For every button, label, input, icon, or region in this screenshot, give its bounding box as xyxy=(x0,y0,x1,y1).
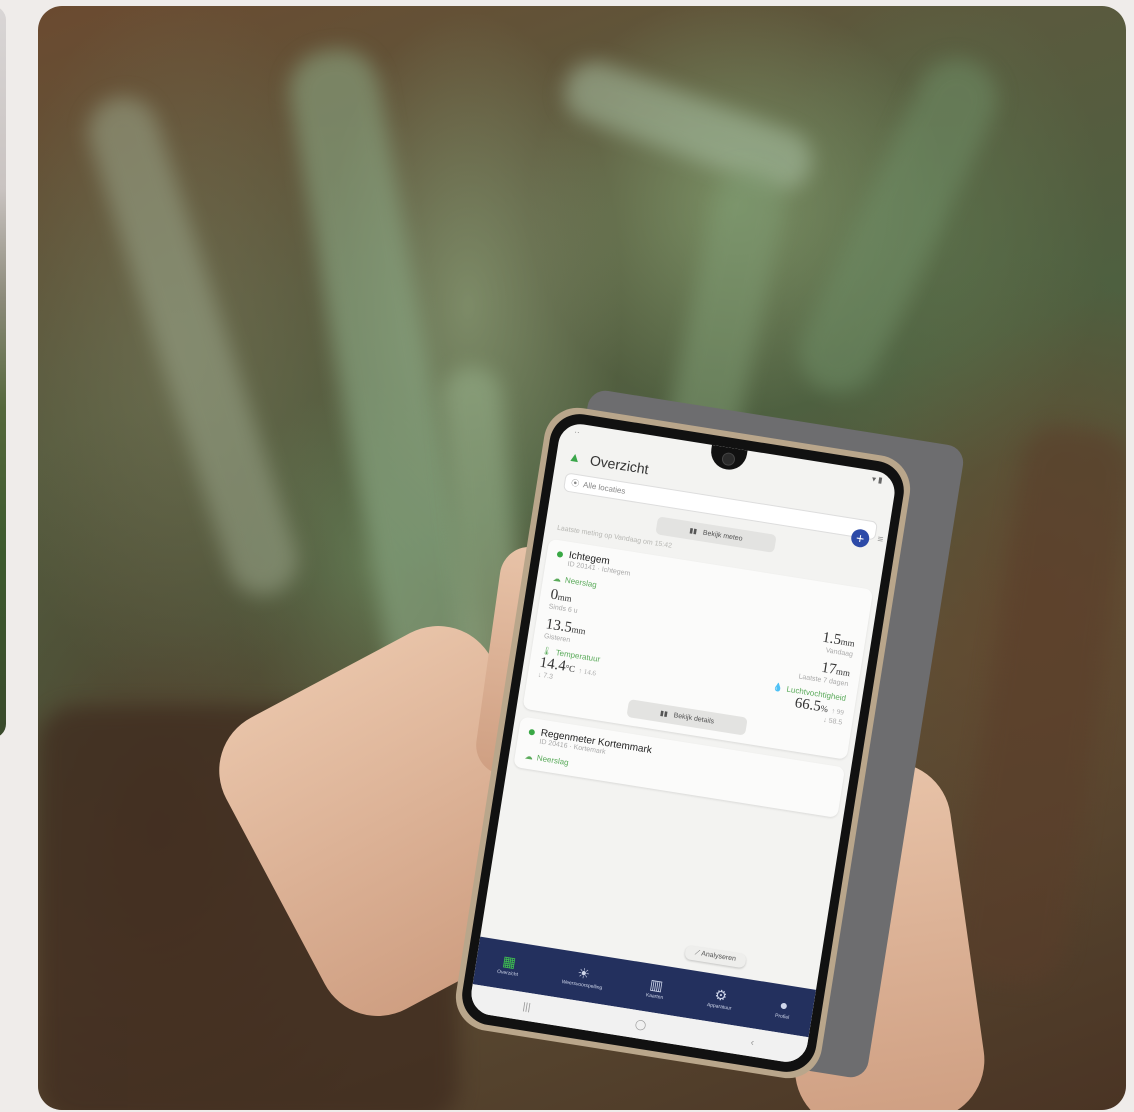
weather-icon: ☀ xyxy=(576,964,592,983)
nav-item-maps[interactable]: ▥ Kaarten xyxy=(645,975,666,1001)
nav-item-overview[interactable]: ▦ Overzicht xyxy=(497,953,521,978)
plus-icon: + xyxy=(854,529,866,547)
view-details-label: Bekijk details xyxy=(673,711,715,726)
grid-icon: ▦ xyxy=(501,952,518,971)
home-icon[interactable]: ◯ xyxy=(634,1019,647,1032)
location-label: Alle locaties xyxy=(582,480,627,496)
cloud-icon: ☁ xyxy=(552,573,562,584)
app-logo-icon: ▲ xyxy=(567,448,583,466)
nav-item-profile[interactable]: ● Profiel xyxy=(775,996,792,1020)
previous-photo-card xyxy=(0,6,6,738)
analyze-button[interactable]: ⟋ Analyseren xyxy=(683,944,747,969)
online-status-dot xyxy=(528,728,536,736)
humidity-icon: 💧 xyxy=(772,682,784,693)
map-icon: ▥ xyxy=(648,975,665,994)
cloud-icon: ☁ xyxy=(524,751,534,762)
nav-item-weather[interactable]: ☀ Weersvoorspelling xyxy=(561,963,605,991)
filter-icon: ≡ xyxy=(876,533,885,546)
view-meteo-label: Bekijk meteo xyxy=(702,529,744,543)
page-title: Overzicht xyxy=(588,452,650,478)
app-screen: ·· ▾ ▮ ▲ Overzicht ⦿ Alle locaties + ≡ ▮▮… xyxy=(468,421,898,1065)
precipitation-label: Neerslag xyxy=(564,575,598,590)
trend-line-icon: ⟋ xyxy=(694,949,701,958)
back-icon[interactable]: ‹ xyxy=(750,1037,755,1048)
online-status-dot xyxy=(556,550,564,558)
bar-chart-icon: ▮▮ xyxy=(688,527,698,536)
analyze-label: Analyseren xyxy=(700,950,737,963)
filter-button[interactable]: ≡ xyxy=(877,534,884,546)
profile-icon: ● xyxy=(778,996,790,1014)
location-pin-icon: ⦿ xyxy=(570,478,580,489)
device-icon: ⚙ xyxy=(713,986,729,1004)
recent-apps-icon[interactable]: ||| xyxy=(522,1001,531,1013)
bar-chart-icon: ▮▮ xyxy=(659,710,669,719)
nav-item-devices[interactable]: ⚙ Apparatuur xyxy=(706,986,734,1012)
